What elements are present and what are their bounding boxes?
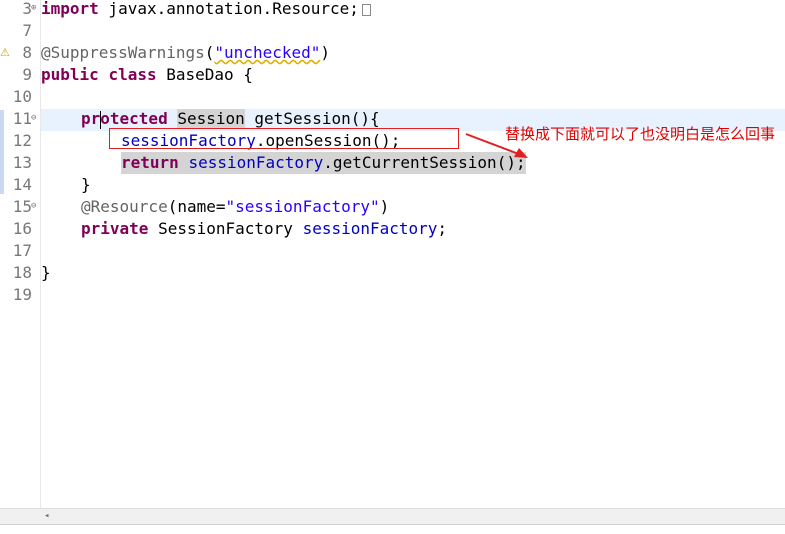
code-editor[interactable]: ⚠ 3 7 8 9 10 11 12 13 14 15 16 17 18 19 … xyxy=(0,0,785,510)
string-literal: "sessionFactory" xyxy=(225,197,380,216)
line-number: 10 xyxy=(12,87,32,106)
line-number: 12 xyxy=(12,131,32,150)
code-text-area[interactable]: import javax.annotation.Resource; @Suppr… xyxy=(41,0,785,510)
code-text: javax.annotation.Resource; xyxy=(98,0,359,18)
code-line: @SuppressWarnings("unchecked") xyxy=(41,42,330,64)
line-number: 16 xyxy=(12,219,32,238)
keyword: otected xyxy=(100,109,168,128)
code-line: public class BaseDao { xyxy=(41,64,253,86)
type-name: Session xyxy=(177,109,245,128)
keyword: return xyxy=(121,153,179,172)
field-name: sessionFactory xyxy=(188,153,324,172)
keyword: private xyxy=(81,219,149,238)
line-number: 14 xyxy=(12,175,32,194)
code-text: ) xyxy=(379,197,390,216)
annotation: @Resource xyxy=(81,197,168,216)
code-text: SessionFactory xyxy=(148,219,303,238)
keyword: class xyxy=(108,65,157,84)
line-number: 9 xyxy=(22,65,32,84)
code-text: ) xyxy=(320,43,331,62)
expand-fold-icon[interactable]: ⊕ xyxy=(31,4,40,13)
code-line: protected Session getSession(){ xyxy=(81,108,380,130)
code-text: ( xyxy=(204,43,215,62)
horizontal-scrollbar[interactable]: ◂ xyxy=(0,508,785,525)
code-text: } xyxy=(81,175,91,194)
field-name: sessionFactory xyxy=(302,219,438,238)
code-line: } xyxy=(41,262,51,284)
line-number: 13 xyxy=(12,153,32,172)
string-literal: "unchecked" xyxy=(214,43,321,62)
code-text: } xyxy=(41,263,51,282)
annotation: @SuppressWarnings xyxy=(41,43,205,62)
code-line: private SessionFactory sessionFactory; xyxy=(81,218,447,240)
line-number: 7 xyxy=(22,21,32,40)
collapse-fold-icon[interactable]: ⊖ xyxy=(31,114,40,123)
code-line: } xyxy=(81,174,91,196)
line-number: 17 xyxy=(12,241,32,260)
code-text: getSession(){ xyxy=(244,109,380,128)
highlight-box xyxy=(109,128,459,149)
keyword: pr xyxy=(81,109,101,128)
line-number: 15 xyxy=(12,197,32,216)
code-text: BaseDao { xyxy=(156,65,253,84)
line-number: 8 xyxy=(22,43,32,62)
collapsed-imports-icon[interactable] xyxy=(361,3,371,16)
code-line: @Resource(name="sessionFactory") xyxy=(81,196,389,218)
line-number: 3 xyxy=(22,0,32,18)
line-number: 18 xyxy=(12,263,32,282)
line-number: 11 xyxy=(12,109,32,128)
line-number: 19 xyxy=(12,285,32,304)
annotation-note: 替换成下面就可以了也没明白是怎么回事 xyxy=(505,125,776,143)
code-text: ; xyxy=(437,219,448,238)
scroll-left-icon[interactable]: ◂ xyxy=(44,511,49,521)
keyword: public xyxy=(41,65,99,84)
code-line: import javax.annotation.Resource; xyxy=(41,0,371,20)
collapse-fold-icon[interactable]: ⊖ xyxy=(31,202,40,211)
code-text: (name= xyxy=(167,197,226,216)
keyword: import xyxy=(41,0,99,18)
